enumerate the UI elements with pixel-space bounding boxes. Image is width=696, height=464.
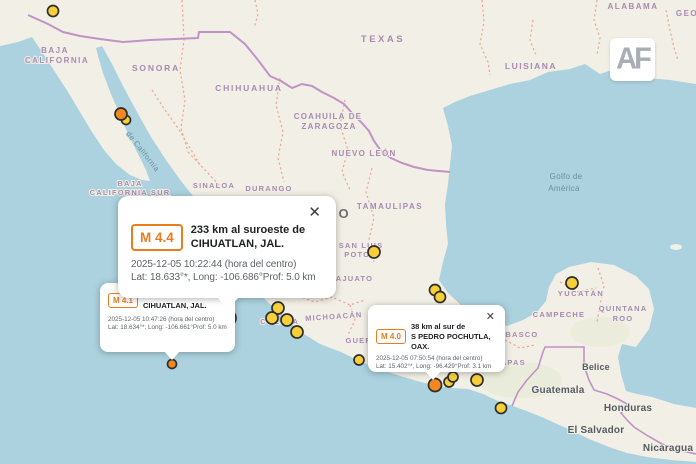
quake-datetime: 2025-12-05 10:47:26 (hora del centro) bbox=[108, 316, 229, 323]
map-label: BAJA bbox=[117, 179, 142, 188]
magnitude-badge: M 4.0 bbox=[376, 329, 406, 344]
map-label: ROO bbox=[613, 314, 634, 323]
popup-pointer bbox=[425, 371, 441, 380]
earthquake-map-app: ALABAMAGEORGIATEXASLUISIANABAJACALIFORNI… bbox=[0, 0, 696, 464]
quake-marker[interactable] bbox=[48, 6, 59, 17]
quake-location: 233 km al suroeste de CIHUATLAN, JAL. bbox=[191, 223, 305, 252]
map-label: CHIHUAHUA bbox=[215, 83, 283, 93]
map-label: El Salvador bbox=[568, 425, 625, 436]
close-icon[interactable]: ✕ bbox=[486, 312, 495, 323]
quake-marker[interactable] bbox=[115, 108, 127, 120]
quake-popup-m40: ✕ M 4.0 38 km al sur de S PEDRO POCHUTLA… bbox=[368, 305, 505, 372]
quake-marker[interactable] bbox=[496, 403, 507, 414]
quake-coordinates: Lat: 18.633°*, Long: -106.686°Prof: 5.0 … bbox=[131, 272, 324, 283]
map-label: YUCATÁN bbox=[558, 289, 605, 298]
map-canvas[interactable]: ALABAMAGEORGIATEXASLUISIANABAJACALIFORNI… bbox=[0, 0, 696, 464]
af-watermark-text: AF bbox=[616, 42, 649, 77]
quake-datetime: 2025-12-05 07:50:54 (hora del centro) bbox=[376, 355, 499, 362]
map-label: BAJA bbox=[41, 46, 69, 55]
map-label: CAMPECHE bbox=[533, 310, 586, 319]
map-label: TEXAS bbox=[361, 34, 405, 45]
quake-marker[interactable] bbox=[354, 355, 364, 365]
map-label: Honduras bbox=[604, 403, 653, 414]
map-label: SONORA bbox=[132, 63, 180, 73]
map-label: NUEVO LEÓN bbox=[332, 149, 397, 158]
quake-marker[interactable] bbox=[429, 379, 442, 392]
quake-marker[interactable] bbox=[291, 326, 303, 338]
map-label: SINALOA bbox=[193, 181, 235, 190]
map-label: Belice bbox=[582, 362, 610, 372]
map-label: ZARAGOZA bbox=[302, 122, 357, 131]
quake-marker[interactable] bbox=[368, 246, 380, 258]
map-label: América bbox=[548, 184, 580, 193]
quake-coordinates: Lat: 18.634°*, Long: -106.661°Prof: 5.0 … bbox=[108, 324, 229, 331]
quake-marker[interactable] bbox=[435, 292, 446, 303]
quake-marker[interactable] bbox=[281, 314, 293, 326]
quake-datetime: 2025-12-05 10:22:44 (hora del centro) bbox=[131, 259, 324, 270]
map-label: COAHUILA DE bbox=[294, 112, 362, 121]
map-label: DURANGO bbox=[245, 184, 292, 193]
cozumel-island bbox=[670, 244, 682, 250]
quake-coordinates: Lat: 15.402°*, Long: -96.429°Prof: 3.1 k… bbox=[376, 363, 499, 370]
quake-marker[interactable] bbox=[168, 360, 177, 369]
map-label: Guatemala bbox=[532, 385, 585, 396]
magnitude-badge: M 4.4 bbox=[131, 224, 183, 251]
map-label: TAMAULIPAS bbox=[357, 202, 423, 211]
map-label: LUISIANA bbox=[505, 61, 557, 71]
map-label: ALABAMA bbox=[608, 2, 659, 11]
quake-marker[interactable] bbox=[448, 372, 458, 382]
af-watermark-logo: AF bbox=[610, 38, 655, 81]
quake-popup-m44: ✕ M 4.4 233 km al suroeste de CIHUATLAN,… bbox=[118, 196, 336, 298]
quake-marker[interactable] bbox=[471, 374, 483, 386]
quake-location: 38 km al sur de S PEDRO POCHUTLA, OAX. bbox=[411, 322, 499, 351]
popup-pointer bbox=[217, 297, 239, 309]
popup-pointer bbox=[164, 351, 180, 360]
map-label: GEORGIA bbox=[676, 9, 696, 18]
map-label: Nicaragua bbox=[643, 443, 693, 454]
close-icon[interactable]: ✕ bbox=[308, 205, 321, 220]
quake-marker[interactable] bbox=[566, 277, 578, 289]
quake-marker[interactable] bbox=[266, 312, 278, 324]
map-label: QUINTANA bbox=[599, 304, 648, 313]
map-label: CALIFORNIA bbox=[25, 56, 89, 65]
map-label: Golfo de bbox=[550, 172, 583, 181]
